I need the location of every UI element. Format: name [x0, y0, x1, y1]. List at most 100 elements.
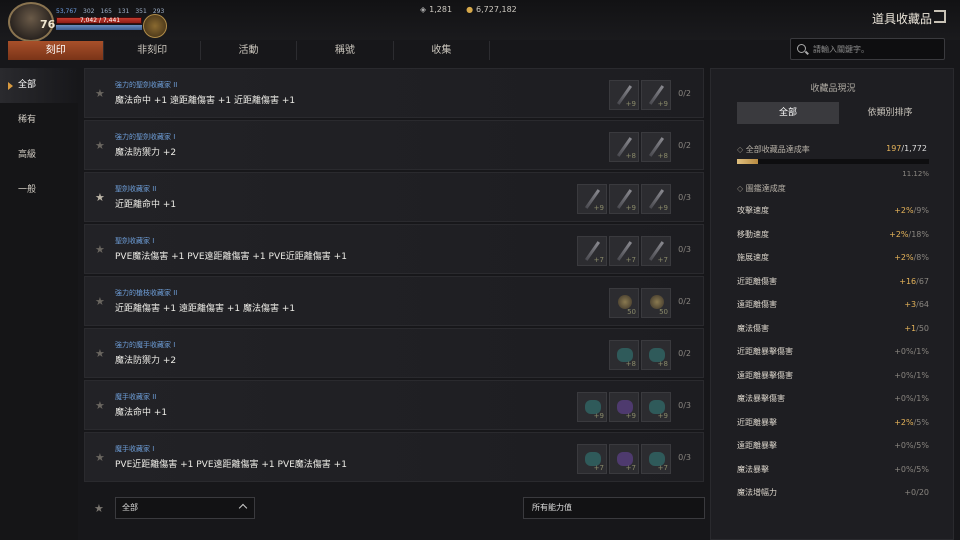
item-enhance-level: +9: [593, 204, 604, 212]
stat-row: 移動速度 +2%/18%: [737, 223, 929, 247]
item-slot[interactable]: +9: [641, 392, 671, 422]
favorite-star-icon[interactable]: ★: [95, 191, 105, 204]
collection-row[interactable]: ★ 聖劍收藏家 II 近距離命中 +1 +9 +9 +9 0/3: [84, 172, 704, 222]
collection-row[interactable]: ★ 強力的槍枝收藏家 II 近距離傷害 +1 遠距離傷害 +1 魔法傷害 +1 …: [84, 276, 704, 326]
collection-effect: PVE魔法傷害 +1 PVE遠距離傷害 +1 PVE近距離傷害 +1: [115, 252, 347, 262]
item-slot[interactable]: +9: [641, 184, 671, 214]
stat-value: +2%/8%: [894, 246, 929, 270]
item-slots: +7 +7 +7: [577, 444, 671, 474]
item-slot[interactable]: +9: [641, 80, 671, 110]
search-input[interactable]: [813, 42, 938, 56]
sidebar-item-advanced[interactable]: 高級: [0, 138, 78, 173]
item-slot[interactable]: +7: [641, 236, 671, 266]
collection-row[interactable]: ★ 強力的聖劍收藏家 I 魔法防禦力 +2 +8 +8 0/2: [84, 120, 704, 170]
favorite-star-icon[interactable]: ★: [95, 347, 105, 360]
stat-max: /9%: [913, 206, 929, 215]
collection-name: 聖劍收藏家 I: [115, 237, 155, 245]
favorite-filter-star-icon[interactable]: ★: [94, 502, 104, 515]
stat-row: 遠距離暴擊 +0%/5%: [737, 434, 929, 458]
collection-effect: 魔法防禦力 +2: [115, 356, 177, 366]
sidebar-item-rare[interactable]: 稀有: [0, 103, 78, 138]
item-slot[interactable]: +7: [577, 236, 607, 266]
item-enhance-level: +9: [593, 412, 604, 420]
item-enhance-level: +8: [625, 360, 636, 368]
collection-row[interactable]: ★ 聖劍收藏家 I PVE魔法傷害 +1 PVE遠距離傷害 +1 PVE近距離傷…: [84, 224, 704, 274]
tab-panel-by-category[interactable]: 依類別排序: [839, 102, 941, 124]
stat-name: 魔法傷害: [737, 323, 769, 333]
favorite-star-icon[interactable]: ★: [95, 399, 105, 412]
item-slot[interactable]: +8: [609, 340, 639, 370]
collection-row[interactable]: ★ 強力的聖劍收藏家 II 魔法命中 +1 遠距離傷害 +1 近距離傷害 +1 …: [84, 68, 704, 118]
collection-row[interactable]: ★ 魔手收藏家 I PVE近距離傷害 +1 PVE遠距離傷害 +1 PVE魔法傷…: [84, 432, 704, 482]
stat-row: 魔法增幅力 +0/20: [737, 481, 929, 505]
item-enhance-level: +9: [625, 412, 636, 420]
stat-list: 攻擊速度 +2%/9% 移動速度 +2%/18% 施展速度 +2%/8% 近距離傷害 …: [737, 199, 929, 505]
stat-max: /67: [916, 276, 929, 286]
tab-engraved[interactable]: 刻印: [8, 41, 105, 60]
collection-count: 0/3: [678, 245, 691, 254]
item-slot[interactable]: +8: [641, 340, 671, 370]
item-slot[interactable]: +9: [609, 184, 639, 214]
item-slot[interactable]: +9: [609, 392, 639, 422]
collection-name: 強力的聖劍收藏家 I: [115, 133, 176, 141]
tab-panel-all[interactable]: 全部: [737, 102, 839, 124]
tab-title[interactable]: 稱號: [297, 41, 394, 60]
stat-row: 魔法傷害 +1/50: [737, 317, 929, 341]
search-box: [790, 38, 945, 60]
favorite-star-icon[interactable]: ★: [95, 243, 105, 256]
collection-name: 強力的槍枝收藏家 II: [115, 289, 178, 297]
item-slot[interactable]: +7: [609, 236, 639, 266]
item-slot[interactable]: 50: [641, 288, 671, 318]
item-slot[interactable]: 50: [609, 288, 639, 318]
stat-name: 近距離傷害: [737, 276, 777, 286]
chevron-up-icon: [238, 503, 248, 513]
favorite-star-icon[interactable]: ★: [95, 139, 105, 152]
item-slot[interactable]: +9: [577, 392, 607, 422]
stat-name: 遠距離傷害: [737, 300, 777, 309]
exit-icon[interactable]: [934, 10, 946, 23]
grade-filter-value: 全部: [122, 503, 138, 512]
sidebar-item-normal[interactable]: 一般: [0, 173, 78, 208]
item-slot[interactable]: +8: [609, 132, 639, 162]
item-enhance-level: +8: [657, 360, 668, 368]
favorite-star-icon[interactable]: ★: [95, 451, 105, 464]
item-enhance-level: +7: [625, 256, 636, 264]
collection-count: 0/2: [678, 349, 691, 358]
stat-name: 遠距離暴擊傷害: [737, 370, 793, 380]
collection-count: 0/2: [678, 297, 691, 306]
favorite-star-icon[interactable]: ★: [95, 87, 105, 100]
stat-row: 遠距離暴擊傷害 +0%/1%: [737, 364, 929, 388]
stat-name: 攻擊速度: [737, 206, 769, 215]
item-slot[interactable]: +7: [609, 444, 639, 474]
item-enhance-level: +7: [657, 464, 668, 472]
item-slot[interactable]: +9: [577, 184, 607, 214]
item-slots: +8 +8: [609, 132, 671, 162]
category-tabs: 刻印 非刻印 活動 稱號 收集: [8, 41, 491, 60]
tab-non-engraved[interactable]: 非刻印: [104, 41, 201, 60]
item-slot[interactable]: +7: [577, 444, 607, 474]
collection-row[interactable]: ★ 魔手收藏家 II 魔法命中 +1 +9 +9 +9 0/3: [84, 380, 704, 430]
stat-value: 165: [100, 8, 112, 15]
crystal-amount: 1,281: [429, 5, 453, 14]
stat-row: 近距離傷害 +16/67: [737, 270, 929, 294]
ability-filter-dropdown[interactable]: 所有能力值: [523, 497, 705, 519]
sidebar-item-all[interactable]: 全部: [0, 68, 78, 103]
grade-filter-dropdown[interactable]: 全部: [115, 497, 255, 519]
tab-collect[interactable]: 收集: [394, 41, 491, 60]
item-slot[interactable]: +8: [641, 132, 671, 162]
mp-bar: [56, 25, 142, 30]
stat-name: 遠距離暴擊: [737, 441, 777, 450]
guild-emblem-icon[interactable]: [143, 14, 167, 38]
item-slot[interactable]: +9: [609, 80, 639, 110]
item-slot[interactable]: +7: [641, 444, 671, 474]
gold-coin-icon: ●: [466, 5, 474, 14]
top-bar: 76 53,767 302 165 131 351 293 7,042 / 7,…: [0, 0, 960, 42]
collection-row[interactable]: ★ 強力的魔手收藏家 I 魔法防禦力 +2 +8 +8 0/2: [84, 328, 704, 378]
character-stats: 53,767 302 165 131 351 293: [56, 8, 164, 15]
item-slots: +8 +8: [609, 340, 671, 370]
tab-event[interactable]: 活動: [201, 41, 298, 60]
stat-value: +2%/5%: [894, 411, 929, 435]
favorite-star-icon[interactable]: ★: [95, 295, 105, 308]
search-icon[interactable]: [797, 44, 806, 53]
stat-current: +2%: [889, 229, 909, 239]
